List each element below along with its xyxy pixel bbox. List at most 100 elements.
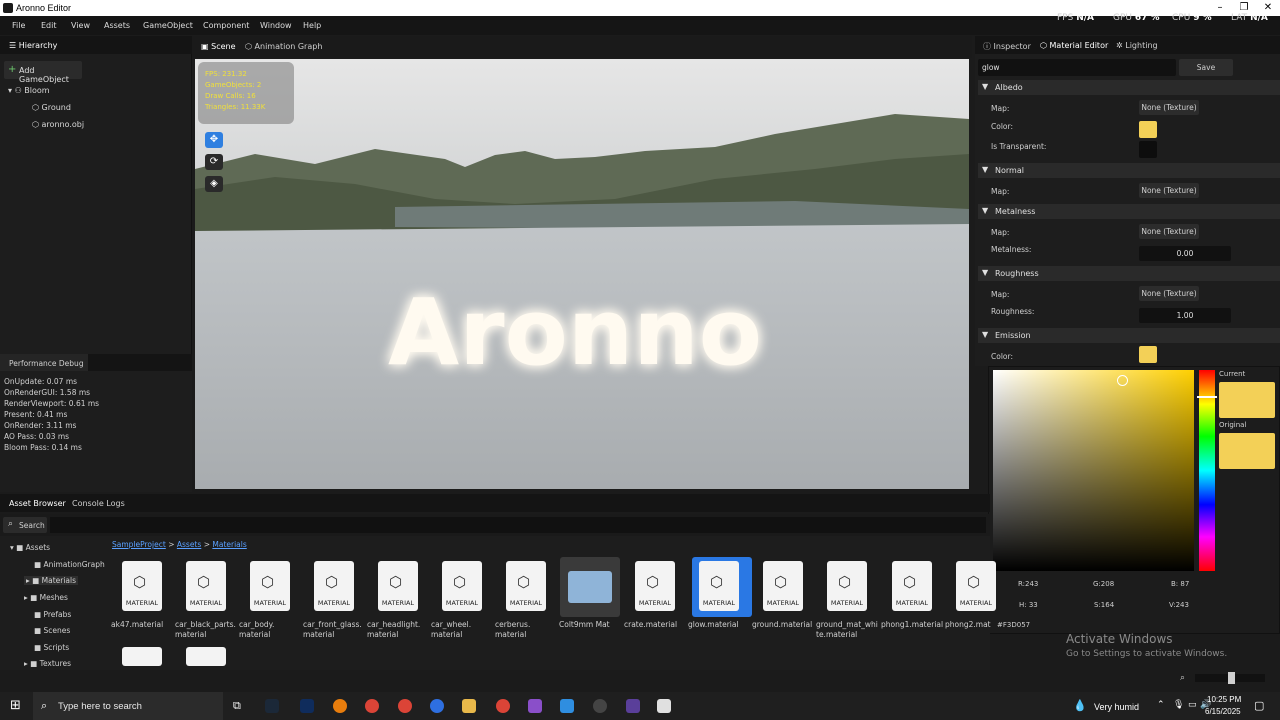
asset-label[interactable]: phong2.mat [945,620,991,630]
folder-materials[interactable]: ▸ ■ Materials [24,576,79,585]
material-tile[interactable] [122,647,162,666]
taskbar-search-box[interactable]: ⌕ Type here to search [33,692,223,720]
material-tile[interactable]: ⬡ MATERIAL [442,561,482,611]
material-tile[interactable]: ⬡ MATERIAL [186,561,226,611]
material-tile[interactable]: ⬡ MATERIAL [827,561,867,611]
asset-label[interactable]: car_wheel. material [431,620,471,640]
search-input[interactable] [50,517,986,533]
blue-value[interactable]: B: 87 [1171,580,1189,588]
is-transparent-checkbox[interactable] [1139,141,1157,158]
asset-label[interactable]: car_body. material [239,620,274,640]
tab-scene[interactable]: ▣ Scene [201,42,236,51]
tab-animation-graph[interactable]: ⬡ Animation Graph [245,42,322,51]
tree-item-bloom[interactable]: ▾ ⚇ Bloom [8,86,50,95]
perf-tab[interactable]: Performance Debug [0,354,88,371]
github-icon[interactable] [593,699,607,713]
tab-hierarchy[interactable]: ☰ Hierarchy [9,41,57,50]
folder-prefabs[interactable]: ■ Prefabs [34,610,71,619]
clock-date[interactable]: 6/15/2025 [1205,707,1241,716]
hue-cursor[interactable] [1197,396,1217,398]
scale-tool-button[interactable]: ◈ [205,176,223,192]
aronno-editor-icon[interactable] [657,699,671,713]
material-tile[interactable]: ⬡ MATERIAL [122,561,162,611]
material-tile[interactable]: ⬡ MATERIAL [956,561,996,611]
material-tile[interactable]: ⬡ MATERIAL [378,561,418,611]
folder-tile[interactable] [560,557,620,617]
tray-chevron-icon[interactable]: ⌃ [1157,700,1165,710]
red-value[interactable]: R:243 [1018,580,1038,588]
chrome-profile-icon[interactable] [398,699,412,713]
saturation-value-area[interactable] [993,370,1194,571]
roughness-map-button[interactable]: None (Texture) [1139,286,1199,301]
tree-item-ground[interactable]: ⬡ Ground [32,103,71,112]
breadcrumb-materials[interactable]: Materials [212,540,246,549]
vscode-icon[interactable] [560,699,574,713]
zoom-slider[interactable] [1195,672,1265,684]
albedo-color-swatch[interactable] [1139,121,1157,138]
asset-label[interactable]: car_black_parts. material [175,620,236,640]
asset-label[interactable]: cerberus. material [495,620,530,640]
section-metalness[interactable]: ▼ Metalness [978,204,1280,219]
hue-value[interactable]: H: 33 [1019,601,1038,609]
metalness-input[interactable]: 0.00 [1139,246,1231,261]
material-tile[interactable]: ⬡ MATERIAL [250,561,290,611]
scene-viewport[interactable]: Aronno [195,59,969,489]
material-tile[interactable]: ⬡ MATERIAL [892,561,932,611]
folder-meshes[interactable]: ▸ ■ Meshes [24,593,68,602]
app-icon[interactable] [430,699,444,713]
hex-value[interactable]: #F3D057 [997,621,1030,629]
material-tile[interactable]: ⬡ MATERIAL [699,561,739,611]
search-button[interactable]: ⌕ Search [3,517,47,533]
material-name-input[interactable]: glow [978,59,1176,76]
menu-component[interactable]: Component [203,21,249,30]
section-emission[interactable]: ▼ Emission [978,328,1280,343]
material-tile[interactable]: ⬡ MATERIAL [635,561,675,611]
original-color-swatch[interactable] [1219,433,1275,469]
save-button[interactable]: Save [1179,59,1233,76]
green-value[interactable]: G:208 [1093,580,1114,588]
tab-inspector[interactable]: ⓘ Inspector [983,41,1031,52]
windows-start-icon[interactable]: ⊞ [10,698,21,713]
saturation-value[interactable]: S:164 [1094,601,1114,609]
section-normal[interactable]: ▼ Normal [978,163,1280,178]
material-tile[interactable]: ⬡ MATERIAL [314,561,354,611]
value-value[interactable]: V:243 [1169,601,1189,609]
section-albedo[interactable]: ▼ Albedo [978,80,1280,95]
normal-map-button[interactable]: None (Texture) [1139,183,1199,198]
tree-item-aronno-obj[interactable]: ⬡ aronno.obj [32,120,84,129]
tab-asset-browser[interactable]: Asset Browser [9,499,66,508]
asset-label[interactable]: Colt9mm Mat [559,620,610,630]
menu-gameobject[interactable]: GameObject [143,21,193,30]
rotate-tool-button[interactable]: ⟳ [205,154,223,170]
add-gameobject-button[interactable]: + Add GameObject [4,61,82,84]
network-icon[interactable]: ▭ [1188,700,1197,710]
menu-window[interactable]: Window [260,21,292,30]
metalness-map-button[interactable]: None (Texture) [1139,224,1199,239]
chrome-icon[interactable] [365,699,379,713]
photoshop-icon[interactable] [300,699,314,713]
folder-scripts[interactable]: ■ Scripts [34,643,69,652]
material-tile[interactable]: ⬡ MATERIAL [506,561,546,611]
roughness-input[interactable]: 1.00 [1139,308,1231,323]
breadcrumb-sampleproject[interactable]: SampleProject [112,540,166,549]
menu-file[interactable]: File [12,21,25,30]
menu-help[interactable]: Help [303,21,321,30]
notifications-icon[interactable]: ▢ [1254,699,1264,712]
terminal-icon[interactable] [626,699,640,713]
sv-cursor[interactable] [1117,375,1128,386]
microphone-icon[interactable]: 🎙 [1173,700,1184,710]
asset-label[interactable]: ground.material [752,620,812,630]
asset-label[interactable]: ak47.material [111,620,163,630]
asset-label[interactable]: crate.material [624,620,677,630]
clock-time[interactable]: 10:25 PM [1207,695,1241,704]
tab-lighting[interactable]: ✲ Lighting [1116,41,1158,50]
asset-label[interactable]: glow.material [688,620,739,630]
asset-label[interactable]: car_front_glass. material [303,620,362,640]
folder-assets[interactable]: ▾ ■ Assets [10,543,50,552]
chrome-active-icon[interactable] [496,699,510,713]
folder-animationgraph[interactable]: ■ AnimationGraph [34,560,105,569]
menu-view[interactable]: View [71,21,90,30]
folder-textures[interactable]: ▸ ■ Textures [24,659,71,668]
task-view-icon[interactable]: ⧉ [233,699,241,713]
folder-scenes[interactable]: ■ Scenes [34,626,70,635]
